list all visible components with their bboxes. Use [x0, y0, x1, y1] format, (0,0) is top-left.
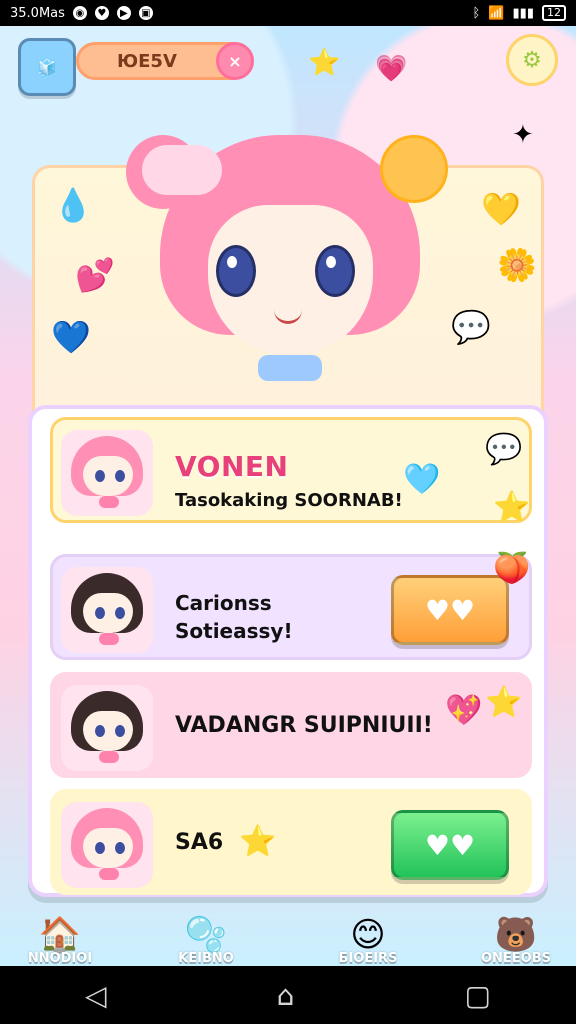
nav-item-bear[interactable]: 🐻 ONEEOBS	[456, 898, 576, 966]
status-left: 35.0Mas ◉ ♥ ▶ ▣	[10, 6, 153, 21]
avatar-face	[83, 593, 133, 633]
blob-icon: 🩵	[403, 462, 441, 497]
yellow-heart-icon: 💛	[481, 190, 521, 228]
nav-item-home[interactable]: 🏠 NNODIOI	[0, 898, 120, 966]
avatar	[61, 567, 153, 653]
signal-icon: ▮▮▮	[512, 5, 534, 21]
status-bar: 35.0Mas ◉ ♥ ▶ ▣ ᛒ 📶 ▮▮▮ 12	[0, 0, 576, 26]
row-line-1: Carionss	[175, 591, 272, 615]
heart-icon: ♥♥	[424, 828, 476, 862]
inventory-button[interactable]: 🧊	[18, 38, 76, 96]
heart-icon: 💖	[445, 693, 483, 728]
back-icon[interactable]: ◁	[85, 979, 107, 1012]
row-line-2: Sotieassy!	[175, 619, 293, 643]
avatar-bow	[99, 633, 119, 645]
star-icon: ⭐	[493, 490, 531, 525]
cube-icon: 🧊	[37, 57, 57, 77]
status-time: 35.0Mas	[10, 5, 65, 21]
status-icon-2: ♥	[94, 6, 109, 20]
hero-orange-icon	[380, 135, 448, 203]
nav-label: БIOEIRS	[338, 951, 398, 966]
chat-icon: 💬	[485, 432, 523, 467]
avatar-eye	[115, 470, 125, 482]
avatar-bow	[99, 868, 119, 880]
top-bar: 🧊 ЮЕ5V × ⚙	[18, 34, 558, 96]
nav-label: ONEEOBS	[480, 951, 551, 966]
status-icon-1: ◉	[72, 6, 87, 20]
list-item[interactable]: Carionss Sotieassy! ♥♥ 🍑	[50, 551, 532, 660]
close-icon[interactable]: ×	[216, 42, 254, 80]
heart-icon: 💙	[51, 318, 91, 356]
status-right: ᛒ 📶 ▮▮▮ 12	[473, 5, 566, 21]
wifi-icon: 📶	[488, 5, 505, 21]
hero-character	[126, 95, 448, 415]
gear-icon[interactable]: ⚙	[506, 34, 558, 86]
row-text: Carionss Sotieassy!	[175, 589, 293, 645]
avatar-bow	[99, 496, 119, 508]
list-item[interactable]: VADANGR SUIPNIUII! 💖 ⭐	[50, 672, 532, 778]
heart-icon: ♥♥	[424, 593, 476, 627]
hero-cloud	[142, 145, 222, 195]
smile-heart-icon: 💕	[75, 256, 115, 294]
row-title: VONEN	[175, 450, 289, 483]
avatar	[61, 685, 153, 771]
star-icon: ⭐	[485, 685, 523, 720]
star-icon: ⭐	[239, 824, 277, 859]
peach-icon: 🍑	[493, 551, 531, 586]
hero-bow	[258, 355, 322, 381]
drop-icon: 💧	[53, 186, 93, 224]
recents-icon[interactable]: ▢	[464, 979, 490, 1012]
chat-icon: 💬	[451, 308, 491, 346]
bottom-nav: 🏠 NNODIOI 🫧 KEIBNO 😊 БIOEIRS 🐻 ONEEOBS	[0, 898, 576, 966]
nav-label: KEIBNO	[178, 951, 234, 966]
avatar	[61, 430, 153, 516]
list-item[interactable]: SA6 ⭐ ♥♥	[50, 789, 532, 895]
battery-indicator: 12	[542, 5, 566, 21]
hero-eye-right	[315, 245, 355, 297]
avatar-face	[83, 456, 133, 496]
avatar-eye	[115, 725, 125, 737]
nav-label: NNODIOI	[27, 951, 93, 966]
like-button[interactable]: ♥♥	[391, 810, 509, 880]
eye-shine	[326, 256, 336, 268]
bluetooth-icon: ᛒ	[472, 5, 481, 21]
avatar-eye	[95, 470, 105, 482]
eye-shine	[227, 256, 237, 268]
avatar-eye	[115, 842, 125, 854]
home-button-icon[interactable]: ⌂	[277, 979, 295, 1012]
character-list-panel: VONEN Tasokaking SOORNAB! 🩵 💬 ⭐ Carionss…	[28, 405, 548, 897]
avatar	[61, 802, 153, 888]
avatar-eye	[95, 607, 105, 619]
nav-item-smile[interactable]: 😊 БIOEIRS	[308, 898, 428, 966]
avatar-face	[83, 711, 133, 751]
status-icon-3: ▶	[116, 6, 131, 20]
avatar-eye	[95, 842, 105, 854]
row-subtitle: Tasokaking SOORNAB!	[175, 490, 403, 511]
avatar-bow	[99, 751, 119, 763]
avatar-eye	[115, 607, 125, 619]
heart-icon: 💗	[375, 54, 408, 84]
system-nav-bar: ◁ ⌂ ▢	[0, 966, 576, 1024]
nav-item-blob[interactable]: 🫧 KEIBNO	[146, 898, 266, 966]
row-title: VADANGR SUIPNIUII!	[175, 713, 433, 738]
avatar-face	[83, 828, 133, 868]
row-title: SA6	[175, 830, 224, 855]
hero-eye-left	[216, 245, 256, 297]
star-icon: ⭐	[308, 48, 341, 78]
sparkle-icon: ✦	[512, 120, 534, 150]
status-icon-4: ▣	[138, 6, 153, 20]
list-item[interactable]: VONEN Tasokaking SOORNAB! 🩵 💬 ⭐	[50, 417, 532, 525]
flower-icon: 🌼	[497, 246, 537, 284]
avatar-eye	[95, 725, 105, 737]
like-button[interactable]: ♥♥	[391, 575, 509, 645]
title-text: ЮЕ5V	[117, 50, 177, 72]
